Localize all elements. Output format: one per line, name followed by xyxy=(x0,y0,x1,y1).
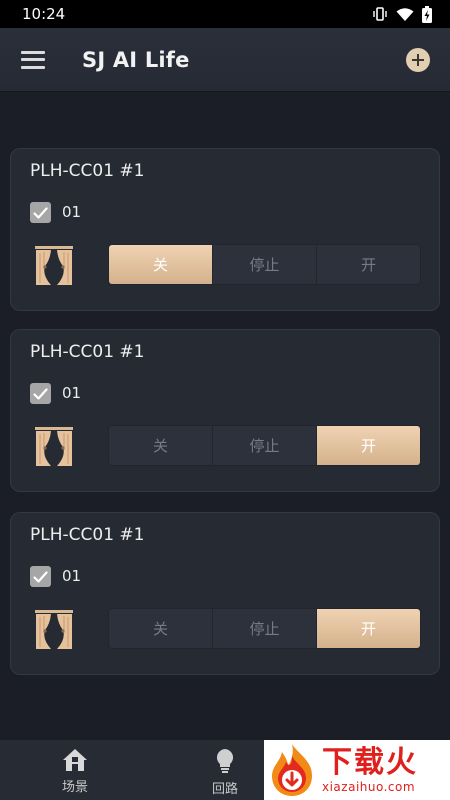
close-button[interactable]: 关 xyxy=(109,245,213,284)
check-icon xyxy=(33,206,48,219)
nav-item-circuit[interactable]: 回路 xyxy=(180,740,270,800)
device-title: PLH-CC01 #1 xyxy=(30,342,145,362)
nav-label-circuit: 回路 xyxy=(211,782,238,797)
nav-label-scene: 场景 xyxy=(61,780,88,795)
app-title: SJ AI Life xyxy=(82,47,190,72)
curtain-control: 关 停止 开 xyxy=(108,425,421,466)
channel-checkbox[interactable] xyxy=(30,202,51,223)
curtain-control: 关 停止 开 xyxy=(108,244,421,285)
open-button[interactable]: 开 xyxy=(317,609,420,648)
home-icon xyxy=(63,749,87,771)
watermark: 下载火 xiazaihuo.com xyxy=(264,740,450,800)
curtain-icon xyxy=(35,610,73,649)
nav-item-scene[interactable]: 场景 xyxy=(30,740,120,800)
check-icon xyxy=(33,387,48,400)
curtain-icon xyxy=(35,246,73,285)
close-button[interactable]: 关 xyxy=(109,426,213,465)
device-title: PLH-CC01 #1 xyxy=(30,161,145,181)
curtain-icon xyxy=(35,427,73,466)
channel-label: 01 xyxy=(62,203,82,221)
watermark-text: 下载火 xiazaihuo.com xyxy=(322,745,418,795)
vibrate-icon xyxy=(373,7,387,21)
open-button[interactable]: 开 xyxy=(317,426,420,465)
status-time: 10:24 xyxy=(22,5,66,23)
menu-icon[interactable] xyxy=(21,50,45,69)
stop-button[interactable]: 停止 xyxy=(213,609,317,648)
curtain-card: PLH-CC01 #1 01 关 停止 开 xyxy=(10,329,440,492)
watermark-title: 下载火 xyxy=(322,745,418,780)
device-title: PLH-CC01 #1 xyxy=(30,525,145,545)
watermark-url: xiazaihuo.com xyxy=(322,780,416,794)
stop-button[interactable]: 停止 xyxy=(213,426,317,465)
open-button[interactable]: 开 xyxy=(317,245,420,284)
flame-logo-icon xyxy=(272,744,312,796)
close-button[interactable]: 关 xyxy=(109,609,213,648)
curtain-control: 关 停止 开 xyxy=(108,608,421,649)
app-bar: SJ AI Life xyxy=(0,28,450,92)
add-icon[interactable] xyxy=(406,48,430,72)
stop-button[interactable]: 停止 xyxy=(213,245,317,284)
bulb-icon xyxy=(216,749,234,773)
battery-icon xyxy=(422,5,432,23)
wifi-icon xyxy=(396,7,414,21)
status-bar: 10:24 xyxy=(0,0,450,28)
channel-checkbox[interactable] xyxy=(30,383,51,404)
channel-label: 01 xyxy=(62,567,82,585)
curtain-card: PLH-CC01 #1 01 关 停止 开 xyxy=(10,148,440,311)
channel-label: 01 xyxy=(62,384,82,402)
curtain-card: PLH-CC01 #1 01 关 停止 开 xyxy=(10,512,440,675)
channel-checkbox[interactable] xyxy=(30,566,51,587)
status-icons xyxy=(372,5,432,23)
check-icon xyxy=(33,570,48,583)
